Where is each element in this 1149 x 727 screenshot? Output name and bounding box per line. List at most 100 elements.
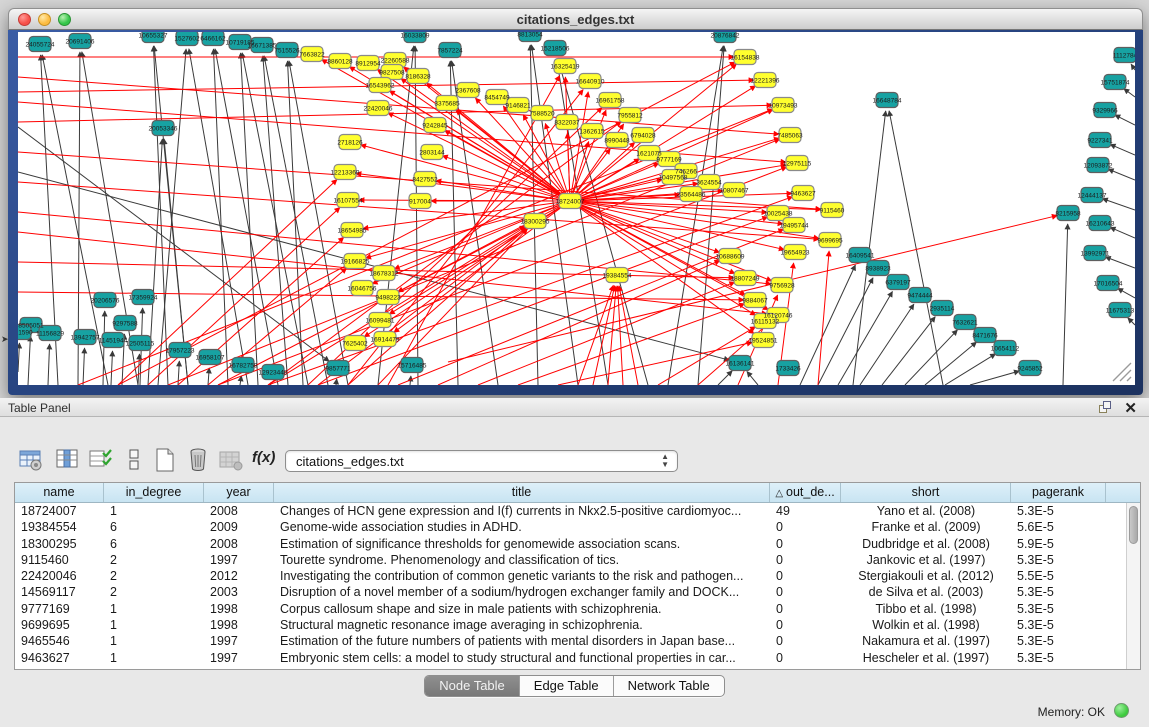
table-cell[interactable]: 1 bbox=[104, 650, 204, 666]
table-cell[interactable]: 2008 bbox=[204, 503, 274, 519]
table-cell[interactable]: 0 bbox=[770, 536, 841, 552]
table-cell[interactable]: 18300295 bbox=[15, 536, 104, 552]
table-cell[interactable]: 0 bbox=[770, 617, 841, 633]
window-titlebar[interactable]: citations_edges.txt bbox=[8, 8, 1143, 30]
table-cell[interactable]: Disruption of a novel member of a sodium… bbox=[274, 584, 770, 600]
column-header-year[interactable]: year bbox=[204, 483, 274, 502]
tab-network-table[interactable]: Network Table bbox=[614, 676, 724, 696]
table-cell[interactable]: 2 bbox=[104, 552, 204, 568]
table-cell[interactable]: 2008 bbox=[204, 536, 274, 552]
column-header-pagerank[interactable]: pagerank bbox=[1011, 483, 1106, 502]
table-cell[interactable]: 9777169 bbox=[15, 601, 104, 617]
table-cell[interactable]: 1998 bbox=[204, 601, 274, 617]
table-row[interactable]: 977716911998Corpus callosum shape and si… bbox=[15, 601, 1126, 617]
table-cell[interactable]: 22420046 bbox=[15, 568, 104, 584]
table-cell[interactable]: 9463627 bbox=[15, 650, 104, 666]
table-cell[interactable]: 1997 bbox=[204, 552, 274, 568]
table-cell[interactable]: Nakamura et al. (1997) bbox=[841, 633, 1011, 649]
table-cell[interactable]: 5.3E-5 bbox=[1011, 650, 1106, 666]
select-columns-icon[interactable] bbox=[55, 447, 81, 473]
table-cell[interactable]: 6 bbox=[104, 519, 204, 535]
table-cell[interactable]: 2003 bbox=[204, 584, 274, 600]
table-cell[interactable]: 0 bbox=[770, 650, 841, 666]
table-row[interactable]: 1938455462009Genome-wide association stu… bbox=[15, 519, 1126, 535]
table-header-row[interactable]: namein_degreeyeartitle△out_de...shortpag… bbox=[15, 483, 1140, 503]
table-cell[interactable]: Structural magnetic resonance image aver… bbox=[274, 617, 770, 633]
network-graph-canvas[interactable]: 1872400788601288912954222605889827508165… bbox=[18, 32, 1135, 385]
merge-rows-icon[interactable] bbox=[121, 447, 147, 473]
table-cell[interactable]: Dudbridge et al. (2008) bbox=[841, 536, 1011, 552]
table-cell[interactable]: Corpus callosum shape and size in male p… bbox=[274, 601, 770, 617]
tab-node-table[interactable]: Node Table bbox=[425, 676, 520, 696]
column-header-out-de-[interactable]: △out_de... bbox=[770, 483, 841, 502]
table-cell[interactable]: 1 bbox=[104, 601, 204, 617]
table-cell[interactable]: de Silva et al. (2003) bbox=[841, 584, 1011, 600]
table-cell[interactable]: Genome-wide association studies in ADHD. bbox=[274, 519, 770, 535]
table-cell[interactable]: Estimation of significance thresholds fo… bbox=[274, 536, 770, 552]
column-header-in-degree[interactable]: in_degree bbox=[104, 483, 204, 502]
table-cell[interactable]: 5.6E-5 bbox=[1011, 519, 1106, 535]
table-cell[interactable]: Wolkin et al. (1998) bbox=[841, 617, 1011, 633]
table-body[interactable]: 1872400712008Changes of HCN gene express… bbox=[15, 503, 1126, 669]
table-cell[interactable]: 0 bbox=[770, 552, 841, 568]
close-panel-icon[interactable]: ✕ bbox=[1124, 399, 1137, 417]
table-cell[interactable]: 5.3E-5 bbox=[1011, 601, 1106, 617]
table-cell[interactable]: Hescheler et al. (1997) bbox=[841, 650, 1011, 666]
table-row[interactable]: 1830029562008Estimation of significance … bbox=[15, 536, 1126, 552]
float-panel-icon[interactable] bbox=[1099, 401, 1113, 414]
table-cell[interactable]: 19384554 bbox=[15, 519, 104, 535]
table-cell[interactable]: Embryonic stem cells: a model to study s… bbox=[274, 650, 770, 666]
table-row[interactable]: 1456911722003Disruption of a novel membe… bbox=[15, 584, 1126, 600]
table-cell[interactable]: Stergiakouli et al. (2012) bbox=[841, 568, 1011, 584]
table-cell[interactable]: 5.3E-5 bbox=[1011, 617, 1106, 633]
table-cell[interactable]: 49 bbox=[770, 503, 841, 519]
table-row[interactable]: 946554611997Estimation of the future num… bbox=[15, 633, 1126, 649]
function-builder-icon[interactable]: f(x) bbox=[252, 449, 278, 475]
table-cell[interactable]: 1 bbox=[104, 503, 204, 519]
table-cell[interactable]: 1 bbox=[104, 617, 204, 633]
table-cell[interactable]: 2 bbox=[104, 568, 204, 584]
delete-table-icon[interactable] bbox=[185, 447, 211, 473]
table-cell[interactable]: 5.9E-5 bbox=[1011, 536, 1106, 552]
table-cell[interactable]: 5.3E-5 bbox=[1011, 552, 1106, 568]
table-cell[interactable]: 6 bbox=[104, 536, 204, 552]
table-cell[interactable]: 0 bbox=[770, 568, 841, 584]
new-table-icon[interactable] bbox=[152, 447, 178, 473]
table-cell[interactable]: 9699695 bbox=[15, 617, 104, 633]
table-cell[interactable]: 5.3E-5 bbox=[1011, 633, 1106, 649]
table-row[interactable]: 2242004622012Investigating the contribut… bbox=[15, 568, 1126, 584]
table-cell[interactable]: Changes of HCN gene expression and I(f) … bbox=[274, 503, 770, 519]
table-cell[interactable]: 5.5E-5 bbox=[1011, 568, 1106, 584]
table-cell[interactable]: 5.3E-5 bbox=[1011, 584, 1106, 600]
column-header-short[interactable]: short bbox=[841, 483, 1011, 502]
tab-edge-table[interactable]: Edge Table bbox=[520, 676, 614, 696]
table-cell[interactable]: 2009 bbox=[204, 519, 274, 535]
column-header-title[interactable]: title bbox=[274, 483, 770, 502]
table-cell[interactable]: 9115460 bbox=[15, 552, 104, 568]
table-scrollbar[interactable] bbox=[1126, 503, 1140, 669]
table-cell[interactable]: Investigating the contribution of common… bbox=[274, 568, 770, 584]
table-row[interactable]: 1872400712008Changes of HCN gene express… bbox=[15, 503, 1126, 519]
table-cell[interactable]: 0 bbox=[770, 633, 841, 649]
table-cell[interactable]: 1997 bbox=[204, 650, 274, 666]
table-cell[interactable]: Tourette syndrome. Phenomenology and cla… bbox=[274, 552, 770, 568]
table-cell[interactable]: 18724007 bbox=[15, 503, 104, 519]
table-settings-icon[interactable] bbox=[18, 447, 44, 473]
table-cell[interactable]: Tibbo et al. (1998) bbox=[841, 601, 1011, 617]
table-cell[interactable]: Jankovic et al. (1997) bbox=[841, 552, 1011, 568]
table-cell[interactable]: Estimation of the future numbers of pati… bbox=[274, 633, 770, 649]
table-row[interactable]: 911546021997Tourette syndrome. Phenomeno… bbox=[15, 552, 1126, 568]
table-cell[interactable]: 1998 bbox=[204, 617, 274, 633]
table-cell[interactable]: 2012 bbox=[204, 568, 274, 584]
scrollbar-thumb[interactable] bbox=[1129, 506, 1138, 544]
table-cell[interactable]: 0 bbox=[770, 584, 841, 600]
table-cell[interactable]: 9465546 bbox=[15, 633, 104, 649]
table-cell[interactable]: 0 bbox=[770, 601, 841, 617]
column-header-name[interactable]: name bbox=[15, 483, 104, 502]
table-cell[interactable]: 1997 bbox=[204, 633, 274, 649]
table-row[interactable]: 946362711997Embryonic stem cells: a mode… bbox=[15, 650, 1126, 666]
table-cell[interactable]: 14569117 bbox=[15, 584, 104, 600]
table-cell[interactable]: 1 bbox=[104, 633, 204, 649]
table-cell[interactable]: 5.3E-5 bbox=[1011, 503, 1106, 519]
memory-ok-led-icon[interactable] bbox=[1114, 703, 1129, 718]
